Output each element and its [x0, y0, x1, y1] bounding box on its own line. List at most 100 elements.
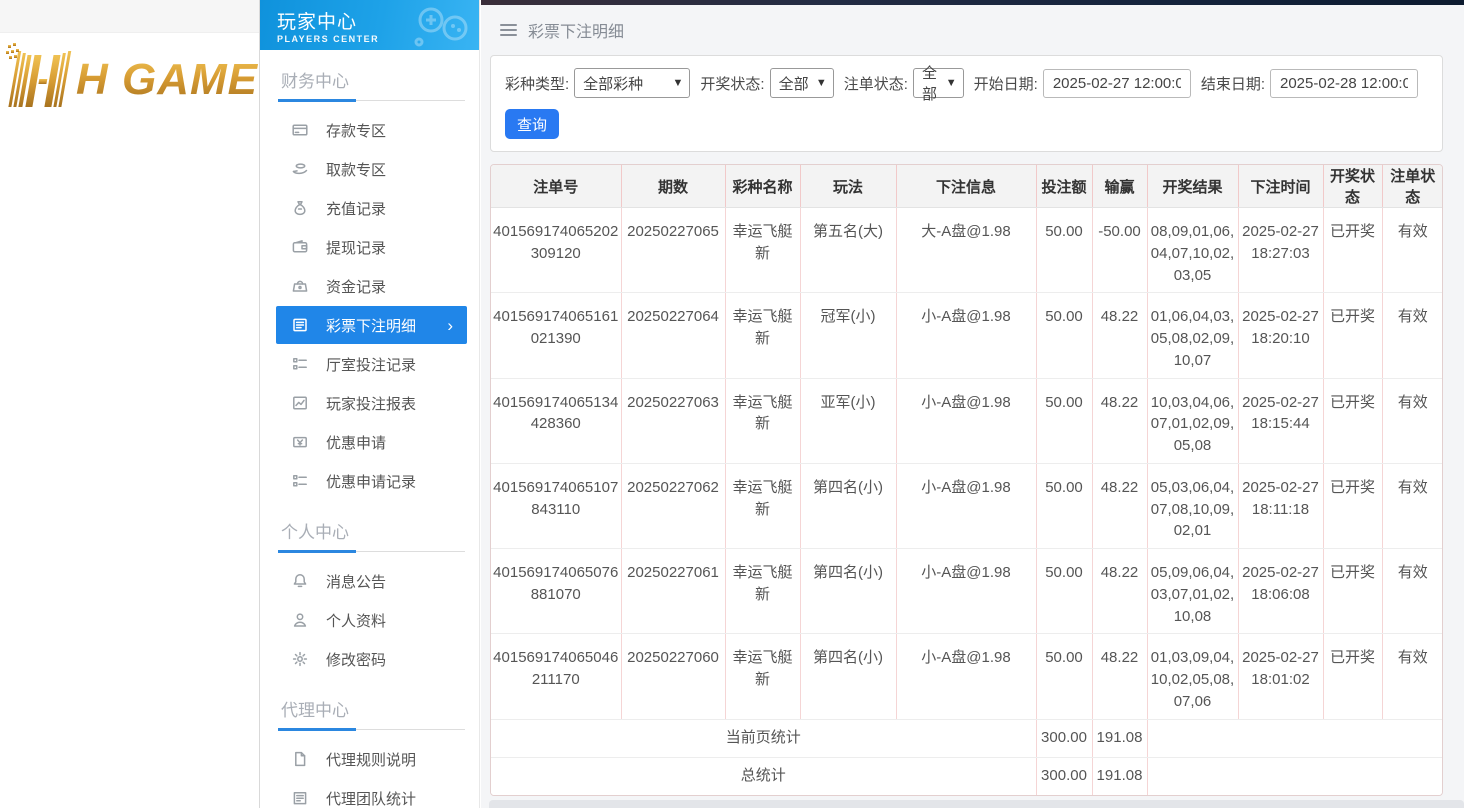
column-header: 玩法	[800, 165, 896, 208]
table-header-row: 注单号期数彩种名称玩法下注信息投注额输赢开奖结果下注时间开奖状态注单状态	[491, 165, 1443, 208]
draw-status-select[interactable]: 全部 ▼	[770, 68, 834, 98]
order-status-value: 全部	[922, 62, 940, 104]
main-content: 彩票下注明细 彩种类型: 全部彩种 ▼ 开奖状态: 全部 ▼ 注单状态: 全部 …	[481, 0, 1464, 808]
section-underline	[278, 550, 465, 554]
summary-bet-total: 300.00	[1036, 719, 1092, 757]
sidebar-item-代理团队统计[interactable]: 代理团队统计	[276, 779, 467, 808]
table-body: 40156917406520230912020250227065幸运飞艇新第五名…	[491, 208, 1443, 796]
sidebar-item-取款专区[interactable]: 取款专区	[276, 150, 467, 188]
table-row: 40156917406520230912020250227065幸运飞艇新第五名…	[491, 208, 1443, 293]
sidebar-item-修改密码[interactable]: 修改密码	[276, 640, 467, 678]
money-bag-icon	[291, 199, 309, 217]
bet-detail-table-panel: 注单号期数彩种名称玩法下注信息投注额输赢开奖结果下注时间开奖状态注单状态 401…	[490, 164, 1443, 796]
lottery-type-select[interactable]: 全部彩种 ▼	[574, 68, 690, 98]
table-cell: 第四名(小)	[800, 549, 896, 634]
table-cell: 小-A盘@1.98	[896, 293, 1036, 378]
gamepad-icon	[409, 4, 473, 50]
table-cell: 小-A盘@1.98	[896, 634, 1036, 719]
sidebar-item-label: 优惠申请	[326, 432, 386, 453]
bet-detail-table: 注单号期数彩种名称玩法下注信息投注额输赢开奖结果下注时间开奖状态注单状态 401…	[491, 165, 1443, 795]
sidebar-item-个人资料[interactable]: 个人资料	[276, 601, 467, 639]
table-row: 40156917406504621117020250227060幸运飞艇新第四名…	[491, 634, 1443, 719]
table-cell: 有效	[1382, 634, 1443, 719]
sidebar-item-label: 玩家投注报表	[326, 393, 416, 414]
sidebar-nav: 财务中心存款专区取款专区充值记录提现记录资金记录彩票下注明细› 厅室投注记录玩家投…	[260, 50, 479, 808]
hamburger-menu-icon[interactable]	[500, 24, 517, 36]
table-cell: 幸运飞艇新	[725, 634, 800, 719]
player-center-app: H GAME 玩家中心 PLAYERS CENTER 财务中心存款专区取款专区充…	[0, 0, 1464, 808]
sidebar-item-label: 取款专区	[326, 159, 386, 180]
column-header: 下注信息	[896, 165, 1036, 208]
summary-label: 当前页统计	[491, 719, 1036, 757]
sidebar-item-label: 修改密码	[326, 649, 386, 670]
sidebar-item-label: 厅室投注记录	[326, 354, 416, 375]
search-button[interactable]: 查询	[505, 109, 559, 139]
table-cell: 401569174065076881070	[491, 549, 621, 634]
sidebar-section-title: 财务中心	[260, 50, 479, 99]
left-top-strip	[0, 0, 259, 33]
table-cell: 2025-02-27 18:20:10	[1238, 293, 1323, 378]
sidebar-item-label: 资金记录	[326, 276, 386, 297]
wallet-icon	[291, 238, 309, 256]
summary-label: 总统计	[491, 757, 1036, 795]
summary-filler	[1147, 719, 1443, 757]
sidebar-item-彩票下注明细[interactable]: 彩票下注明细›	[276, 306, 467, 344]
table-cell: 已开奖	[1323, 463, 1382, 548]
table-cell: 2025-02-27 18:06:08	[1238, 549, 1323, 634]
sidebar-item-充值记录[interactable]: 充值记录	[276, 189, 467, 227]
table-cell: 50.00	[1036, 208, 1092, 293]
table-cell: 401569174065161021390	[491, 293, 621, 378]
table-cell: 已开奖	[1323, 378, 1382, 463]
sidebar-item-厅室投注记录[interactable]: 厅室投注记录	[276, 345, 467, 383]
table-cell: 幸运飞艇新	[725, 293, 800, 378]
table-cell: 01,06,04,03,05,08,02,09,10,07	[1147, 293, 1238, 378]
sidebar-item-label: 彩票下注明细	[326, 315, 416, 336]
brand-logo-text: H GAME	[76, 55, 258, 105]
bottom-strip	[489, 800, 1464, 808]
sidebar-item-优惠申请记录[interactable]: 优惠申请记录	[276, 462, 467, 500]
table-row: 40156917406516102139020250227064幸运飞艇新冠军(…	[491, 293, 1443, 378]
table-cell: 10,03,04,06,07,01,02,09,05,08	[1147, 378, 1238, 463]
table-cell: 48.22	[1092, 463, 1147, 548]
table-cell: 05,09,06,04,03,07,01,02,10,08	[1147, 549, 1238, 634]
end-date-input[interactable]	[1270, 69, 1418, 98]
list-check-icon	[291, 355, 309, 373]
column-header: 投注额	[1036, 165, 1092, 208]
lottery-type-label: 彩种类型:	[505, 73, 569, 94]
sidebar-item-资金记录[interactable]: 资金记录	[276, 267, 467, 305]
table-cell: 有效	[1382, 463, 1443, 548]
table-cell: 小-A盘@1.98	[896, 463, 1036, 548]
table-cell: -50.00	[1092, 208, 1147, 293]
sidebar-item-玩家投注报表[interactable]: 玩家投注报表	[276, 384, 467, 422]
sidebar-item-存款专区[interactable]: 存款专区	[276, 111, 467, 149]
summary-filler	[1147, 757, 1443, 795]
table-cell: 401569174065134428360	[491, 378, 621, 463]
table-cell: 2025-02-27 18:01:02	[1238, 634, 1323, 719]
sidebar-item-消息公告[interactable]: 消息公告	[276, 562, 467, 600]
withdraw-hand-icon	[291, 160, 309, 178]
summary-winloss-total: 191.08	[1092, 757, 1147, 795]
sidebar-item-label: 消息公告	[326, 571, 386, 592]
table-cell: 幸运飞艇新	[725, 549, 800, 634]
site-left-area: H GAME	[0, 0, 259, 808]
sidebar-item-label: 代理规则说明	[326, 749, 416, 770]
start-date-input[interactable]	[1043, 69, 1191, 98]
column-header: 注单状态	[1382, 165, 1443, 208]
order-status-select[interactable]: 全部 ▼	[913, 68, 964, 98]
sidebar-item-代理规则说明[interactable]: 代理规则说明	[276, 740, 467, 778]
sidebar-item-label: 提现记录	[326, 237, 386, 258]
sidebar-item-优惠申请[interactable]: 优惠申请	[276, 423, 467, 461]
sidebar-section-title: 个人中心	[260, 501, 479, 550]
table-cell: 20250227064	[621, 293, 725, 378]
column-header: 输赢	[1092, 165, 1147, 208]
column-header: 开奖结果	[1147, 165, 1238, 208]
table-cell: 01,03,09,04,10,02,05,08,07,06	[1147, 634, 1238, 719]
sidebar-item-提现记录[interactable]: 提现记录	[276, 228, 467, 266]
table-cell: 48.22	[1092, 549, 1147, 634]
news-icon	[291, 789, 309, 807]
sidebar-item-label: 代理团队统计	[326, 788, 416, 808]
bell-icon	[291, 572, 309, 590]
table-cell: 幸运飞艇新	[725, 208, 800, 293]
person-icon	[291, 611, 309, 629]
table-cell: 48.22	[1092, 293, 1147, 378]
